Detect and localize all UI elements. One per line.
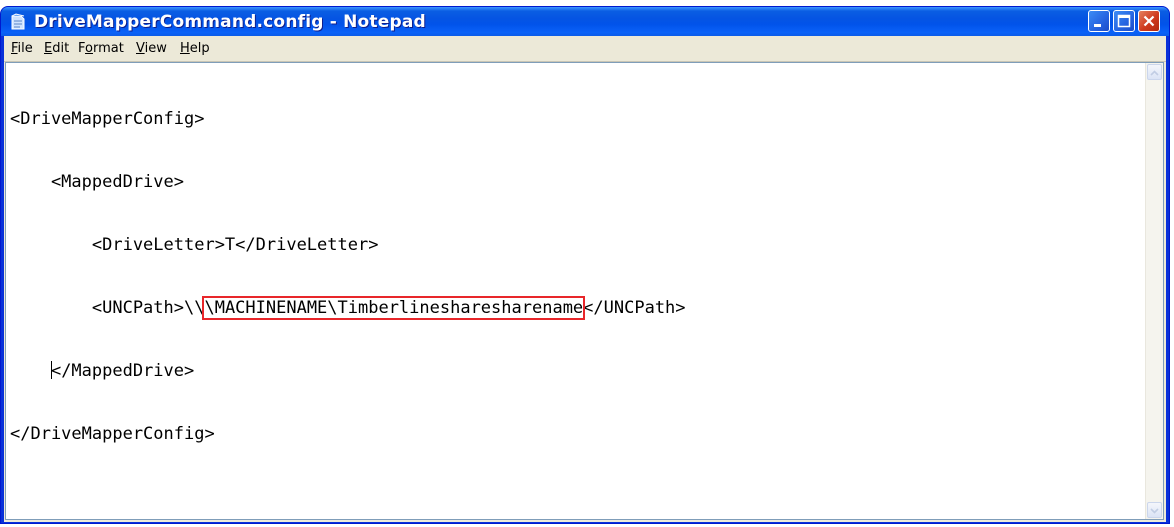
text-line: <MappedDrive> [10,172,184,192]
maximize-icon [1117,14,1131,28]
notepad-icon [11,13,25,30]
caret-line-text: </MappedDrive> [50,361,195,381]
menu-file[interactable]: File [11,41,33,56]
text-line-uncpath: <UNCPath>\\\MACHINENAME\Timberlineshares… [10,296,1140,320]
text-line: <DriveMapperConfig> [10,109,205,129]
text-editor[interactable]: <DriveMapperConfig> <MappedDrive> <Drive… [5,62,1164,520]
caret-line-indent [10,361,51,381]
highlighted-unc-value: \MACHINENAME\Timberlinesharesharename [202,296,586,320]
chevron-up-icon [1150,70,1159,76]
minimize-icon [1094,24,1101,27]
maximize-button[interactable] [1113,10,1135,32]
text-content[interactable]: <DriveMapperConfig> <MappedDrive> <Drive… [10,67,1140,515]
uncpath-prefix: <UNCPath>\\ [10,298,205,318]
text-line: </DriveMapperConfig> [10,424,215,444]
menu-help[interactable]: Help [180,41,210,56]
menu-view[interactable]: View [136,41,167,56]
window-title: DriveMapperCommand.config - Notepad [34,12,426,32]
close-icon [1143,15,1155,27]
scroll-up-button[interactable] [1147,64,1162,80]
chevron-down-icon [1150,508,1159,514]
notepad-window: DriveMapperCommand.config - Notepad File… [0,6,1170,524]
text-line: <DriveLetter>T</DriveLetter> [10,235,379,255]
menu-bar: File Edit Format View Help [4,36,1166,62]
text-line-caret: </MappedDrive> [10,361,1140,382]
menu-edit[interactable]: Edit [44,41,69,56]
uncpath-suffix: </UNCPath> [583,298,686,318]
close-button[interactable] [1138,10,1160,32]
menu-format[interactable]: Format [78,41,124,56]
vertical-scrollbar[interactable] [1145,63,1163,519]
window-client-area: File Edit Format View Help <DriveMapperC… [4,36,1166,522]
scroll-down-button[interactable] [1147,502,1162,518]
title-bar[interactable]: DriveMapperCommand.config - Notepad [1,7,1169,36]
minimize-button[interactable] [1088,10,1110,32]
